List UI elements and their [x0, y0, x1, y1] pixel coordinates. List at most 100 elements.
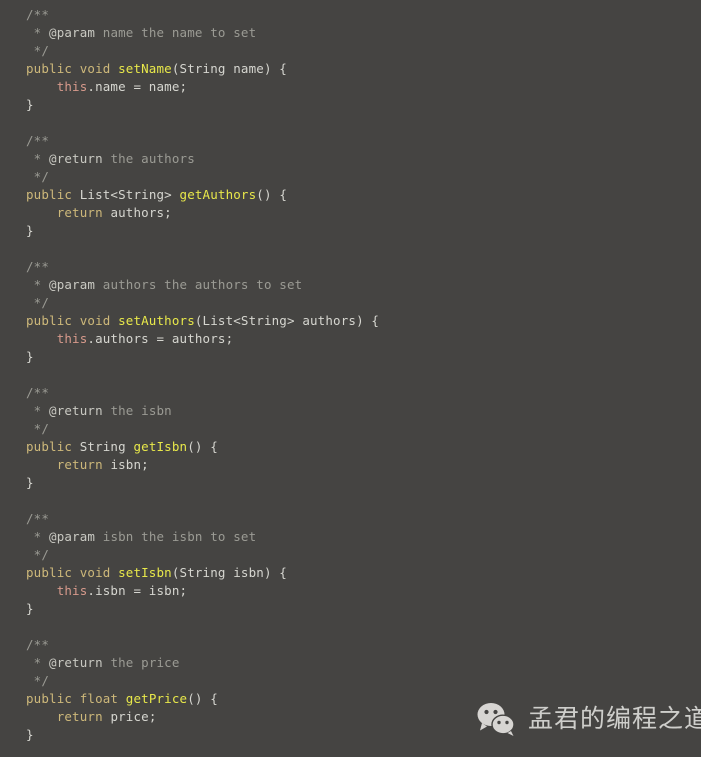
code-token: this [56, 583, 88, 598]
code-token: /** [26, 259, 50, 274]
code-token: getPrice [125, 691, 188, 706]
code-token: @return [49, 655, 103, 670]
wechat-logo-icon [476, 702, 516, 736]
code-token: String [79, 439, 134, 454]
code-line: * @return the authors [26, 150, 379, 168]
code-token: * [26, 25, 50, 40]
code-token: * [26, 403, 50, 418]
code-token: return [56, 205, 103, 220]
code-token: } [26, 223, 34, 238]
watermark: 孟君的编程之道 [476, 702, 701, 736]
code-token: authors the authors to set [95, 277, 303, 292]
code-token: @return [49, 151, 103, 166]
code-line: public void setAuthors(List<String> auth… [26, 312, 379, 330]
code-token: (String isbn) { [171, 565, 287, 580]
code-token: () { [256, 187, 287, 202]
code-line: * @param name the name to set [26, 24, 379, 42]
code-token: () { [187, 691, 218, 706]
code-line: public float getPrice() { [26, 690, 379, 708]
code-token: .name = name; [87, 79, 188, 94]
code-line: public void setIsbn(String isbn) { [26, 564, 379, 582]
code-line: return price; [26, 708, 379, 726]
code-line: } [26, 96, 379, 114]
code-line: /** [26, 132, 379, 150]
code-token: */ [26, 295, 50, 310]
code-token: public void [26, 565, 119, 580]
code-token: (String name) { [171, 61, 287, 76]
code-token: the price [102, 655, 180, 670]
watermark-text: 孟君的编程之道 [528, 704, 701, 733]
code-token: this [56, 331, 88, 346]
code-block: /** * @param name the name to set */ publ… [26, 6, 379, 744]
code-line: * @param isbn the isbn to set [26, 528, 379, 546]
code-token: @param [49, 529, 96, 544]
code-token: name the name to set [95, 25, 257, 40]
code-token: * [26, 655, 50, 670]
code-token: setName [118, 61, 172, 76]
code-token: */ [26, 421, 50, 436]
code-token: } [26, 97, 34, 112]
code-token: @param [49, 277, 96, 292]
code-token: setIsbn [118, 565, 172, 580]
code-token: public [26, 439, 80, 454]
code-line: } [26, 222, 379, 240]
code-line: /** [26, 636, 379, 654]
code-token: public float [26, 691, 126, 706]
code-token: * [26, 529, 50, 544]
code-token: getAuthors [179, 187, 257, 202]
code-token: */ [26, 547, 50, 562]
code-token: public void [26, 61, 119, 76]
code-token: (List<String> authors) { [194, 313, 380, 328]
code-line: */ [26, 294, 379, 312]
code-line: */ [26, 546, 379, 564]
code-line: * @return the price [26, 654, 379, 672]
code-token: } [26, 727, 34, 742]
code-token: */ [26, 673, 50, 688]
code-token: } [26, 601, 34, 616]
code-line: } [26, 348, 379, 366]
code-token: price; [102, 709, 157, 724]
code-token: this [56, 79, 88, 94]
code-line: public List<String> getAuthors() { [26, 186, 379, 204]
code-token: /** [26, 385, 50, 400]
code-token: /** [26, 7, 50, 22]
code-token: .isbn = isbn; [87, 583, 188, 598]
code-token: * [26, 277, 50, 292]
code-line: * @param authors the authors to set [26, 276, 379, 294]
code-line: */ [26, 420, 379, 438]
code-line: public String getIsbn() { [26, 438, 379, 456]
code-token: isbn the isbn to set [95, 529, 257, 544]
code-line: } [26, 600, 379, 618]
code-token: */ [26, 43, 50, 58]
code-token: List<String> [79, 187, 180, 202]
code-token: return [56, 457, 103, 472]
code-line: /** [26, 384, 379, 402]
code-token: * [26, 151, 50, 166]
code-token: return [56, 709, 103, 724]
code-token: } [26, 475, 34, 490]
code-line: /** [26, 6, 379, 24]
code-token: public void [26, 313, 119, 328]
code-token: () { [187, 439, 218, 454]
code-token: /** [26, 133, 50, 148]
code-line: this.isbn = isbn; [26, 582, 379, 600]
code-screenshot: /** * @param name the name to set */ publ… [0, 0, 701, 757]
code-token: .authors = authors; [87, 331, 234, 346]
code-token: } [26, 349, 34, 364]
code-token: @return [49, 403, 103, 418]
code-token: public [26, 187, 80, 202]
code-line: */ [26, 42, 379, 60]
code-token: isbn; [102, 457, 149, 472]
code-line: return isbn; [26, 456, 379, 474]
code-line: public void setName(String name) { [26, 60, 379, 78]
